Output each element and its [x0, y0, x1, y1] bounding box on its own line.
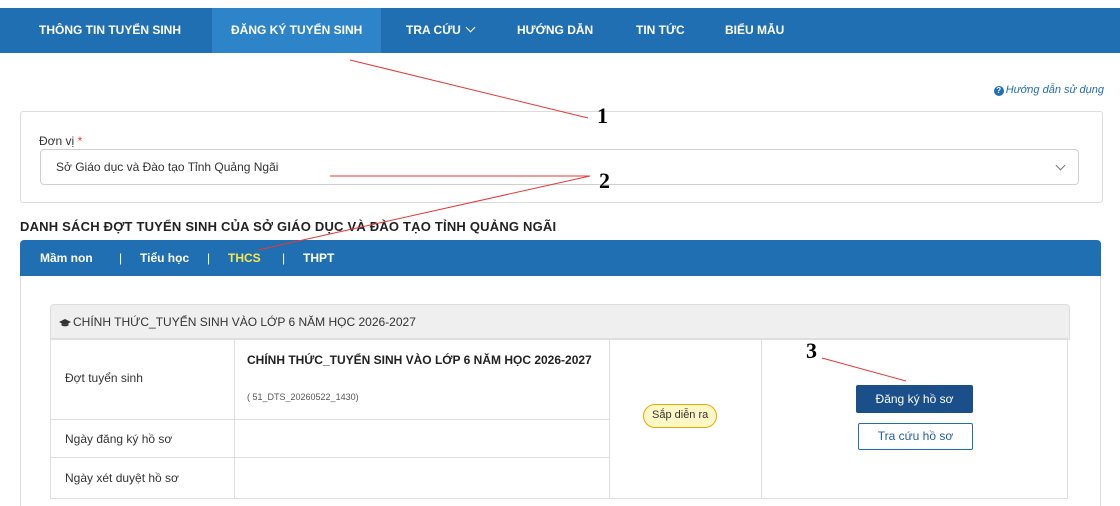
status-badge: Sắp diễn ra [643, 404, 718, 428]
nav-huong-dan[interactable]: HƯỚNG DẪN [517, 8, 593, 53]
nav-bieu-mau[interactable]: BIỂU MẪU [725, 8, 784, 53]
tab-separator: | [119, 251, 123, 265]
round-name: CHÍNH THỨC_TUYỂN SINH VÀO LỚP 6 NĂM HỌC … [247, 353, 592, 367]
unit-select-value: Sở Giáo dục và Đào tạo Tỉnh Quảng Ngãi [56, 160, 279, 174]
help-link-label: Hướng dẫn sử dụng [1005, 84, 1104, 96]
review-date-label: Ngày xét duyệt hồ sơ [65, 471, 179, 485]
nav-tra-cuu-label: TRA CỨU [406, 23, 461, 37]
nav-thong-tin-tuyen-sinh[interactable]: THÔNG TIN TUYỂN SINH [39, 8, 181, 53]
tab-separator: | [282, 251, 286, 265]
level-tabs: Mầm non | Tiểu học | THCS | THPT [20, 240, 1101, 276]
lookup-button[interactable]: Tra cứu hồ sơ [858, 423, 973, 450]
tab-thpt[interactable]: THPT [303, 240, 334, 276]
question-circle-icon: ? [993, 86, 1004, 96]
round-label: Đợt tuyển sinh [65, 371, 143, 385]
unit-card: Đơn vị * Sở Giáo dục và Đào tạo Tỉnh Quả… [20, 111, 1103, 203]
nav-dang-ky-tuyen-sinh[interactable]: ĐĂNG KÝ TUYỂN SINH [212, 8, 382, 53]
value-cell-round [234, 338, 610, 420]
value-cell-review [234, 457, 610, 499]
top-navbar: THÔNG TIN TUYỂN SINH ĐĂNG KÝ TUYỂN SINH … [0, 8, 1120, 53]
round-code: ( 51_DTS_20260522_1430) [247, 392, 359, 402]
register-button[interactable]: Đăng ký hồ sơ [856, 385, 973, 413]
chevron-down-icon [1055, 160, 1066, 171]
value-cell-register [234, 419, 610, 458]
round-header-title: CHÍNH THỨC_TUYỂN SINH VÀO LỚP 6 NĂM HỌC … [73, 315, 416, 329]
tab-separator: | [207, 251, 211, 265]
help-link[interactable]: ? Hướng dẫn sử dụng [993, 84, 1104, 96]
graduation-cap-icon [59, 319, 71, 327]
unit-label: Đơn vị * [39, 134, 82, 148]
nav-tra-cuu[interactable]: TRA CỨU [406, 8, 476, 53]
required-mark: * [77, 134, 83, 148]
unit-select[interactable]: Sở Giáo dục và Đào tạo Tỉnh Quảng Ngãi [40, 149, 1079, 185]
tab-tieu-hoc[interactable]: Tiểu học [140, 240, 189, 276]
tab-thcs[interactable]: THCS [228, 240, 261, 276]
list-title: DANH SÁCH ĐỢT TUYỂN SINH CỦA SỞ GIÁO DỤC… [20, 219, 557, 234]
annotation-number-2: 2 [599, 168, 610, 193]
register-date-label: Ngày đăng ký hồ sơ [65, 432, 173, 446]
annotation-number-3: 3 [806, 338, 817, 363]
tab-mam-non[interactable]: Mầm non [40, 240, 93, 276]
round-header: CHÍNH THỨC_TUYỂN SINH VÀO LỚP 6 NĂM HỌC … [50, 304, 1070, 340]
unit-label-text: Đơn vị [39, 134, 75, 148]
nav-tin-tuc[interactable]: TIN TỨC [636, 8, 685, 53]
annotation-number-1: 1 [597, 103, 608, 128]
chevron-down-icon [465, 22, 476, 33]
annotation-line-1 [349, 59, 589, 119]
